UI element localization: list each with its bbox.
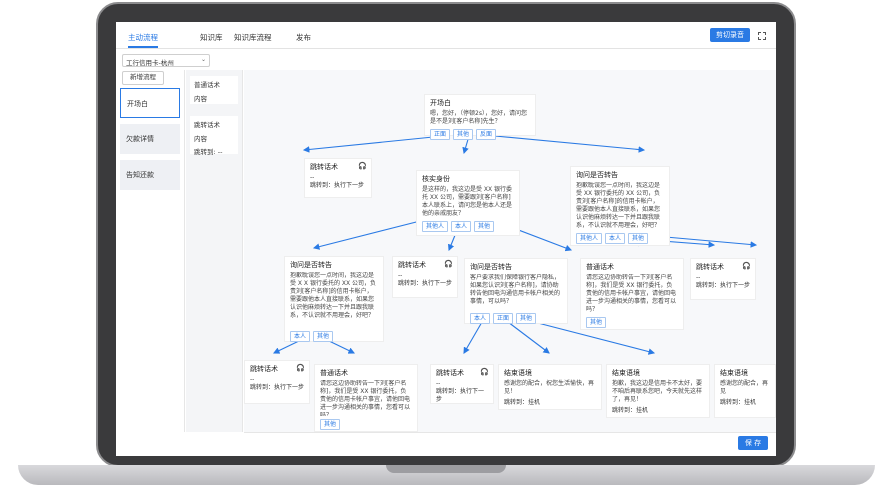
cut-recording-button[interactable]: 剪切录音 (710, 28, 750, 42)
project-select-value: 工行信用卡-杭州 (126, 59, 174, 67)
branch-chip-positive[interactable]: 正面 (430, 129, 451, 140)
node-title: 结束语境 (612, 369, 640, 377)
node-end-2[interactable]: 结束语境 抱歉，我这边是信用卡不太好，要不咱后再联系您吧，今天就先这样了，再见！… (606, 364, 710, 418)
node-dash: -- (436, 380, 441, 387)
node-dash: -- (696, 274, 701, 281)
headset-icon: 🎧 (480, 368, 489, 376)
node-body: 感谢您的配合，祝您生活愉快，再见！ (504, 380, 595, 395)
node-title: 开场白 (430, 99, 451, 107)
node-jump-target: 跳转到：挂机 (504, 399, 541, 406)
branch-chip-other[interactable]: 其他 (313, 331, 334, 342)
branch-chip-other[interactable]: 其他 (628, 233, 649, 244)
branch-chip-other[interactable]: 其他 (586, 317, 607, 328)
node-title: 核实身份 (422, 175, 450, 183)
tab-bar: 主动流程 知识库 知识库流程 发布 剪切录音 (116, 22, 776, 49)
node-jump-1[interactable]: 跳转话术 🎧 -- 跳转到：执行下一步 (304, 158, 372, 198)
palette-card-content: 内容 (194, 135, 207, 143)
branch-chip-other[interactable]: 其他 (474, 221, 495, 232)
headset-icon: 🎧 (742, 262, 751, 270)
node-jump-target: 跳转到：挂机 (720, 399, 757, 406)
node-opening[interactable]: 开场白 嗯，您好，（停顿2s），您好，请问您是不是刘[客户名称]先生？ 正面 其他… (424, 94, 536, 140)
node-title: 询问是否转告 (470, 263, 512, 271)
node-normal-script-1[interactable]: 普通话术 请您这边协助转告一下刘[客户名称]，我们是受 XX 银行委托，负责他的… (580, 258, 684, 330)
branch-chip-self[interactable]: 本人 (605, 233, 626, 244)
node-jump-2[interactable]: 跳转话术 🎧 -- 跳转到：执行下一步 (392, 256, 458, 298)
node-jump-target: 跳转到：执行下一步 (436, 388, 485, 403)
active-tab-indicator (128, 46, 158, 48)
node-dash: -- (250, 376, 255, 383)
branch-chip-others[interactable]: 其他人 (422, 221, 449, 232)
branch-chip-other[interactable]: 其他 (516, 313, 537, 324)
node-jump-3[interactable]: 跳转话术 🎧 -- 跳转到：执行下一步 (690, 258, 756, 300)
node-jump-target: 跳转到：挂机 (612, 407, 649, 414)
nav-item-opening[interactable]: 开场白 (120, 88, 180, 118)
node-ask-forward-3[interactable]: 询问是否转告 客户要求我们保障银行客户隐私，如果您认识刘[客户名称]，请协助转告… (464, 258, 568, 324)
node-end-1[interactable]: 结束语境 感谢您的配合，祝您生活愉快，再见！ 跳转到：挂机 (498, 364, 602, 410)
branch-chip-others[interactable]: 其他人 (576, 233, 603, 244)
node-jump-target: 跳转到：执行下一步 (250, 384, 305, 391)
branch-chip-self[interactable]: 本人 (470, 313, 491, 324)
headset-icon: 🎧 (444, 260, 453, 268)
tab-publish[interactable]: 发布 (296, 32, 311, 43)
palette-jump-script[interactable]: 跳转话术 内容 跳转到: -- (190, 116, 238, 156)
branch-chip-positive[interactable]: 正面 (493, 313, 514, 324)
node-title: 结束语境 (504, 369, 532, 377)
node-dash: -- (398, 272, 403, 279)
node-body: 是这样的，我这边是受 XX 银行委托 XX 公司，需要跟刘[客户名称]本人联系上… (422, 186, 513, 217)
flow-canvas[interactable]: 开场白 嗯，您好，（停顿2s），您好，请问您是不是刘[客户名称]先生？ 正面 其他… (244, 70, 776, 433)
fullscreen-icon[interactable] (758, 32, 766, 40)
node-body: 请您这边协助转告一下刘[客户名称]，我们是受 XX 银行委托，负责他的信用卡帐户… (586, 274, 677, 313)
node-body: 感谢您的配合，再见 (720, 380, 769, 395)
new-flow-button[interactable]: 新增流程 (122, 71, 164, 85)
branch-chip-self[interactable]: 本人 (290, 331, 311, 342)
palette-normal-script[interactable]: 普通话术 内容 (190, 76, 238, 104)
node-ask-forward-2[interactable]: 询问是否转告 抱歉耽误您一点时间，我这边是受 X X 银行委托的 XX 公司，负… (284, 256, 384, 342)
branch-chip-negative[interactable]: 反面 (476, 129, 497, 140)
node-dash: -- (310, 174, 315, 181)
node-normal-script-2[interactable]: 普通话术 请您这边协助转告一下刘[客户名称]，我们是受 XX 银行委托，负责他的… (314, 364, 418, 432)
chevron-down-icon: ⌄ (200, 56, 206, 63)
palette-card-title: 跳转话术 (194, 121, 220, 129)
node-body: 嗯，您好，（停顿2s），您好，请问您是不是刘[客户名称]先生？ (430, 110, 527, 125)
node-verify-identity[interactable]: 核实身份 是这样的，我这边是受 XX 银行委托 XX 公司，需要跟刘[客户名称]… (416, 170, 520, 236)
save-button[interactable]: 保 存 (738, 436, 768, 450)
app-screen: 主动流程 知识库 知识库流程 发布 剪切录音 工行信用卡-杭州 ⌄ 新增流程 开… (116, 22, 776, 456)
branch-chip-self[interactable]: 本人 (451, 221, 472, 232)
branch-chip-other[interactable]: 其他 (320, 419, 341, 430)
node-body: 抱歉，我这边是信用卡不太好，要不咱后再联系您吧，今天就先这样了，再见！ (612, 380, 703, 403)
tab-knowledge-flow[interactable]: 知识库流程 (234, 32, 272, 43)
node-body: 抱歉耽误您一点时间，我这边是受 X X 银行委托的 XX 公司，负责刘[客户名称… (290, 272, 376, 319)
flow-list-panel: 新增流程 开场白 欠款详情 告知还款 (116, 70, 185, 432)
node-body: 抱歉耽误您一点时间，我这边是受 XX 银行委托的 XX 公司，负责刘[客户名称]… (576, 182, 661, 229)
project-select[interactable]: 工行信用卡-杭州 ⌄ (122, 54, 210, 67)
nav-item-debt-details[interactable]: 欠款详情 (120, 124, 180, 154)
nav-item-repayment-notice[interactable]: 告知还款 (120, 160, 180, 190)
node-jump-5[interactable]: 跳转话术 🎧 -- 跳转到：执行下一步 (430, 364, 494, 404)
palette-card-title: 普通话术 (194, 81, 220, 89)
node-title: 询问是否转告 (290, 261, 332, 269)
node-jump-target: 跳转到：执行下一步 (398, 280, 453, 287)
headset-icon: 🎧 (296, 364, 305, 372)
palette-card-content: 内容 (194, 95, 207, 103)
node-title: 询问是否转告 (576, 171, 618, 179)
node-jump-4[interactable]: 跳转话术 🎧 -- 跳转到：执行下一步 (244, 360, 310, 404)
branch-chip-other[interactable]: 其他 (453, 129, 474, 140)
tab-active-flow[interactable]: 主动流程 (128, 32, 158, 43)
node-palette: 普通话术 内容 跳转话术 内容 跳转到: -- (186, 70, 243, 432)
node-end-3[interactable]: 结束语境 感谢您的配合，再见 跳转到：挂机 (714, 364, 776, 418)
tab-knowledge-base[interactable]: 知识库 (200, 32, 223, 43)
palette-card-jump: 跳转到: -- (194, 148, 223, 156)
node-body: 请您这边协助转告一下刘[客户名称]，我们是受 XX 银行委托，负责他的信用卡帐户… (320, 380, 411, 416)
headset-icon: 🎧 (358, 162, 367, 170)
node-body: 客户要求我们保障银行客户隐私，如果您认识刘[客户名称]，请协助转告他回电沟通信用… (470, 274, 561, 305)
node-ask-forward-1[interactable]: 询问是否转告 抱歉耽误您一点时间，我这边是受 XX 银行委托的 XX 公司，负责… (570, 166, 670, 246)
node-title: 结束语境 (720, 369, 748, 377)
node-jump-target: 跳转到：执行下一步 (696, 282, 751, 289)
node-title: 普通话术 (586, 263, 614, 271)
node-jump-target: 跳转到：执行下一步 (310, 182, 365, 189)
laptop-notch (386, 465, 506, 473)
node-title: 普通话术 (320, 369, 348, 377)
